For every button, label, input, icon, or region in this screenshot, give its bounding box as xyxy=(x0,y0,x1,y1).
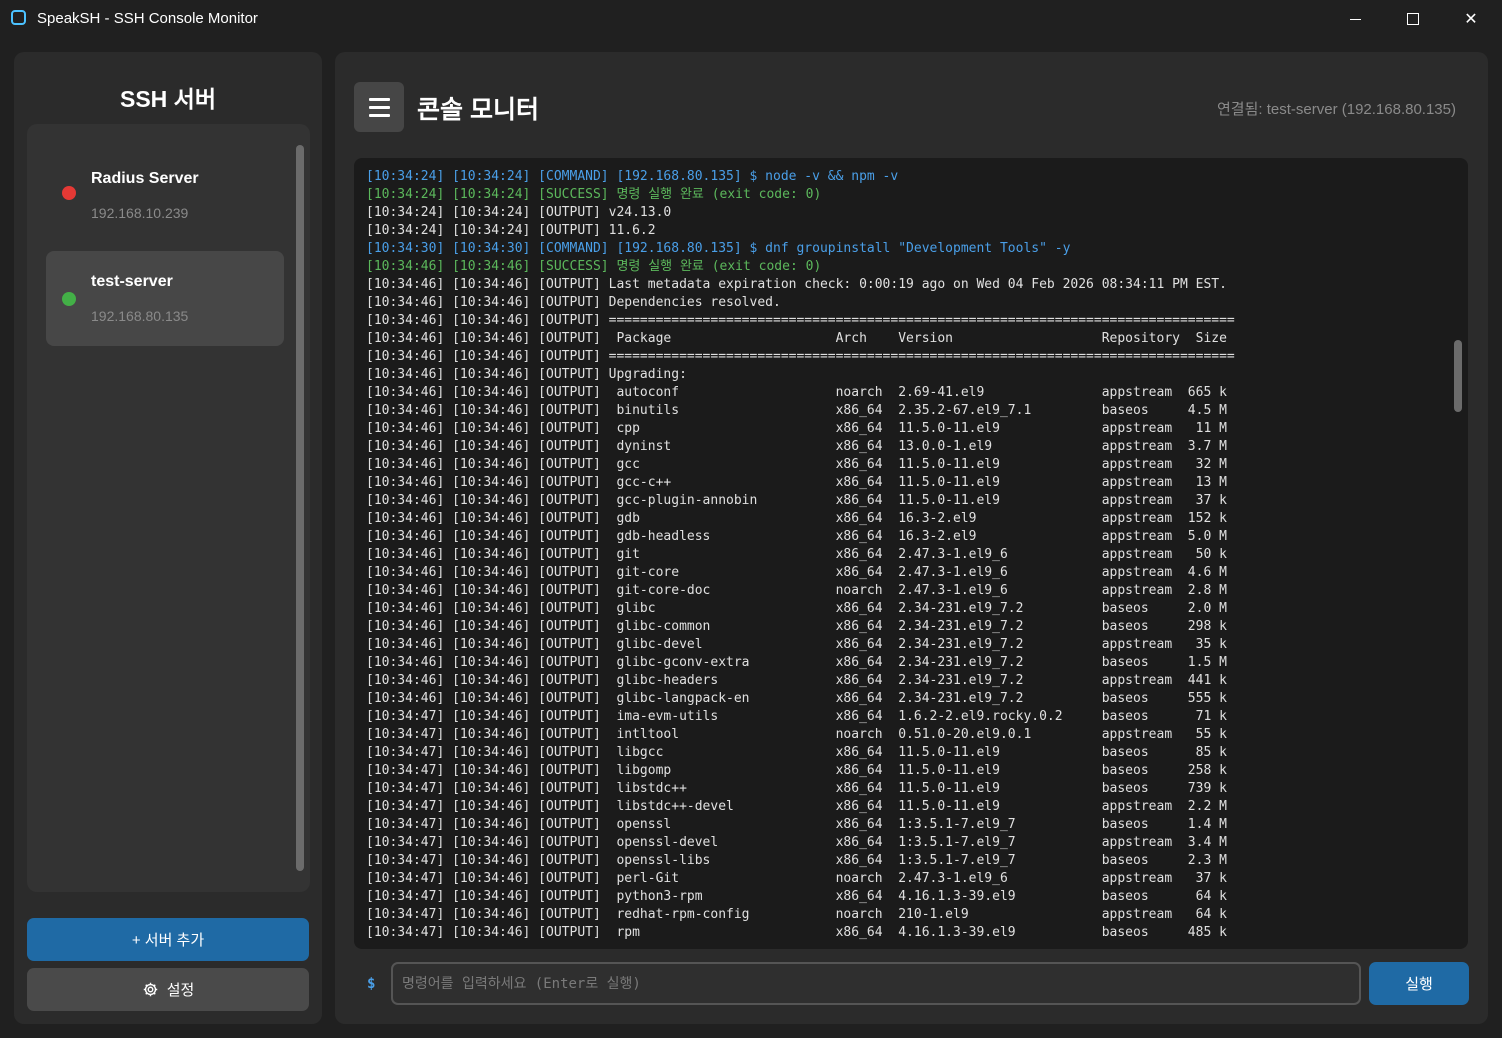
console-line: [10:34:46] [10:34:46] [OUTPUT] Last meta… xyxy=(366,277,1227,292)
prompt-symbol: $ xyxy=(367,976,376,992)
console-line: [10:34:47] [10:34:46] [OUTPUT] libgomp x… xyxy=(366,763,1227,778)
console-line: [10:34:47] [10:34:46] [OUTPUT] perl-Git … xyxy=(366,871,1227,886)
status-dot-icon xyxy=(62,292,76,306)
maximize-button[interactable] xyxy=(1384,0,1442,38)
console-line: [10:34:46] [10:34:46] [OUTPUT] =========… xyxy=(366,313,1235,328)
run-button[interactable]: 실행 xyxy=(1369,962,1469,1005)
server-ip: 192.168.80.135 xyxy=(91,308,189,324)
sidebar: SSH 서버 Radius Server 192.168.10.239 test… xyxy=(14,52,322,1024)
console-line: [10:34:46] [10:34:46] [OUTPUT] =========… xyxy=(366,349,1235,364)
console-line: [10:34:46] [10:34:46] [OUTPUT] glibc-hea… xyxy=(366,673,1227,688)
console-line: [10:34:46] [10:34:46] [OUTPUT] binutils … xyxy=(366,403,1227,418)
console-line: [10:34:46] [10:34:46] [SUCCESS] 명령 실행 완료… xyxy=(366,259,822,274)
connection-status: 연결됨: test-server (192.168.80.135) xyxy=(1216,101,1456,118)
console-line: [10:34:46] [10:34:46] [OUTPUT] glibc x86… xyxy=(366,601,1227,616)
console-line: [10:34:46] [10:34:46] [OUTPUT] gcc-plugi… xyxy=(366,493,1227,508)
title-bar: SpeakSH - SSH Console Monitor ✕ xyxy=(0,0,1502,38)
console-line: [10:34:24] [10:34:24] [OUTPUT] 11.6.2 xyxy=(366,223,656,238)
console-line: [10:34:46] [10:34:46] [OUTPUT] gcc-c++ x… xyxy=(366,475,1227,490)
console-line: [10:34:46] [10:34:46] [OUTPUT] git x86_6… xyxy=(366,547,1227,562)
add-server-button[interactable]: + 서버 추가 xyxy=(27,918,309,961)
console-line: [10:34:46] [10:34:46] [OUTPUT] glibc-gco… xyxy=(366,655,1227,670)
console-panel: 콘솔 모니터 연결됨: test-server (192.168.80.135)… xyxy=(335,52,1488,1024)
window-title: SpeakSH - SSH Console Monitor xyxy=(37,10,258,27)
console-line: [10:34:24] [10:34:24] [COMMAND] [192.168… xyxy=(366,169,899,184)
console-line: [10:34:46] [10:34:46] [OUTPUT] cpp x86_6… xyxy=(366,421,1227,436)
console-line: [10:34:47] [10:34:46] [OUTPUT] libstdc++… xyxy=(366,799,1227,814)
console-line: [10:34:46] [10:34:46] [OUTPUT] Upgrading… xyxy=(366,367,687,382)
console-line: [10:34:46] [10:34:46] [OUTPUT] gcc x86_6… xyxy=(366,457,1227,472)
console-line: [10:34:46] [10:34:46] [OUTPUT] glibc-lan… xyxy=(366,691,1227,706)
console-line: [10:34:46] [10:34:46] [OUTPUT] autoconf … xyxy=(366,385,1227,400)
close-icon: ✕ xyxy=(1464,11,1478,28)
server-name: test-server xyxy=(91,273,173,290)
console-line: [10:34:46] [10:34:46] [OUTPUT] glibc-com… xyxy=(366,619,1227,634)
console-line: [10:34:47] [10:34:46] [OUTPUT] intltool … xyxy=(366,727,1227,742)
console-text: [10:34:24] [10:34:24] [COMMAND] [192.168… xyxy=(366,168,1436,942)
maximize-icon xyxy=(1407,13,1419,25)
server-list: Radius Server 192.168.10.239 test-server… xyxy=(27,124,310,892)
console-line: [10:34:46] [10:34:46] [OUTPUT] gdb-headl… xyxy=(366,529,1227,544)
server-ip: 192.168.10.239 xyxy=(91,205,189,221)
console-line: [10:34:47] [10:34:46] [OUTPUT] openssl-d… xyxy=(366,835,1227,850)
console-line: [10:34:46] [10:34:46] [OUTPUT] gdb x86_6… xyxy=(366,511,1227,526)
console-output[interactable]: [10:34:24] [10:34:24] [COMMAND] [192.168… xyxy=(354,158,1468,949)
console-line: [10:34:47] [10:34:46] [OUTPUT] python3-r… xyxy=(366,889,1227,904)
console-line: [10:34:46] [10:34:46] [OUTPUT] git-core-… xyxy=(366,583,1227,598)
settings-label: 설정 xyxy=(166,982,195,999)
add-server-label: + 서버 추가 xyxy=(131,932,205,949)
console-line: [10:34:46] [10:34:46] [OUTPUT] Dependenc… xyxy=(366,295,781,310)
console-line: [10:34:46] [10:34:46] [OUTPUT] git-core … xyxy=(366,565,1227,580)
run-label: 실행 xyxy=(1405,976,1433,993)
server-item-test-server[interactable]: test-server 192.168.80.135 xyxy=(46,251,284,346)
page-title: 콘솔 모니터 xyxy=(417,96,539,124)
console-line: [10:34:47] [10:34:46] [OUTPUT] rpm x86_6… xyxy=(366,925,1227,940)
menu-icon xyxy=(368,97,390,101)
console-line: [10:34:47] [10:34:46] [OUTPUT] ima-evm-u… xyxy=(366,709,1227,724)
status-dot-icon xyxy=(62,186,76,200)
console-line: [10:34:47] [10:34:46] [OUTPUT] openssl-l… xyxy=(366,853,1227,868)
minimize-icon xyxy=(1349,18,1361,20)
console-line: [10:34:46] [10:34:46] [OUTPUT] dyninst x… xyxy=(366,439,1227,454)
console-line: [10:34:46] [10:34:46] [OUTPUT] glibc-dev… xyxy=(366,637,1227,652)
console-line: [10:34:24] [10:34:24] [OUTPUT] v24.13.0 xyxy=(366,205,672,220)
menu-button[interactable] xyxy=(354,82,404,132)
close-button[interactable]: ✕ xyxy=(1442,0,1500,38)
sidebar-title: SSH 서버 xyxy=(119,86,216,112)
server-item-radius-server[interactable]: Radius Server 192.168.10.239 xyxy=(46,138,284,233)
console-scrollbar[interactable] xyxy=(1454,340,1462,412)
settings-button[interactable]: 설정 xyxy=(27,968,309,1011)
console-line: [10:34:46] [10:34:46] [OUTPUT] Package A… xyxy=(366,331,1227,346)
console-line: [10:34:47] [10:34:46] [OUTPUT] libgcc x8… xyxy=(366,745,1227,760)
minimize-button[interactable] xyxy=(1326,0,1384,38)
console-line: [10:34:47] [10:34:46] [OUTPUT] openssl x… xyxy=(366,817,1227,832)
console-line: [10:34:47] [10:34:46] [OUTPUT] libstdc++… xyxy=(366,781,1227,796)
console-line: [10:34:24] [10:34:24] [SUCCESS] 명령 실행 완료… xyxy=(366,187,822,202)
command-input[interactable] xyxy=(391,962,1361,1005)
gear-icon xyxy=(142,981,159,998)
console-line: [10:34:30] [10:34:30] [COMMAND] [192.168… xyxy=(366,241,1071,256)
server-list-scrollbar[interactable] xyxy=(296,145,304,871)
app-icon xyxy=(11,10,26,25)
console-line: [10:34:47] [10:34:46] [OUTPUT] redhat-rp… xyxy=(366,907,1227,922)
server-name: Radius Server xyxy=(91,170,199,187)
